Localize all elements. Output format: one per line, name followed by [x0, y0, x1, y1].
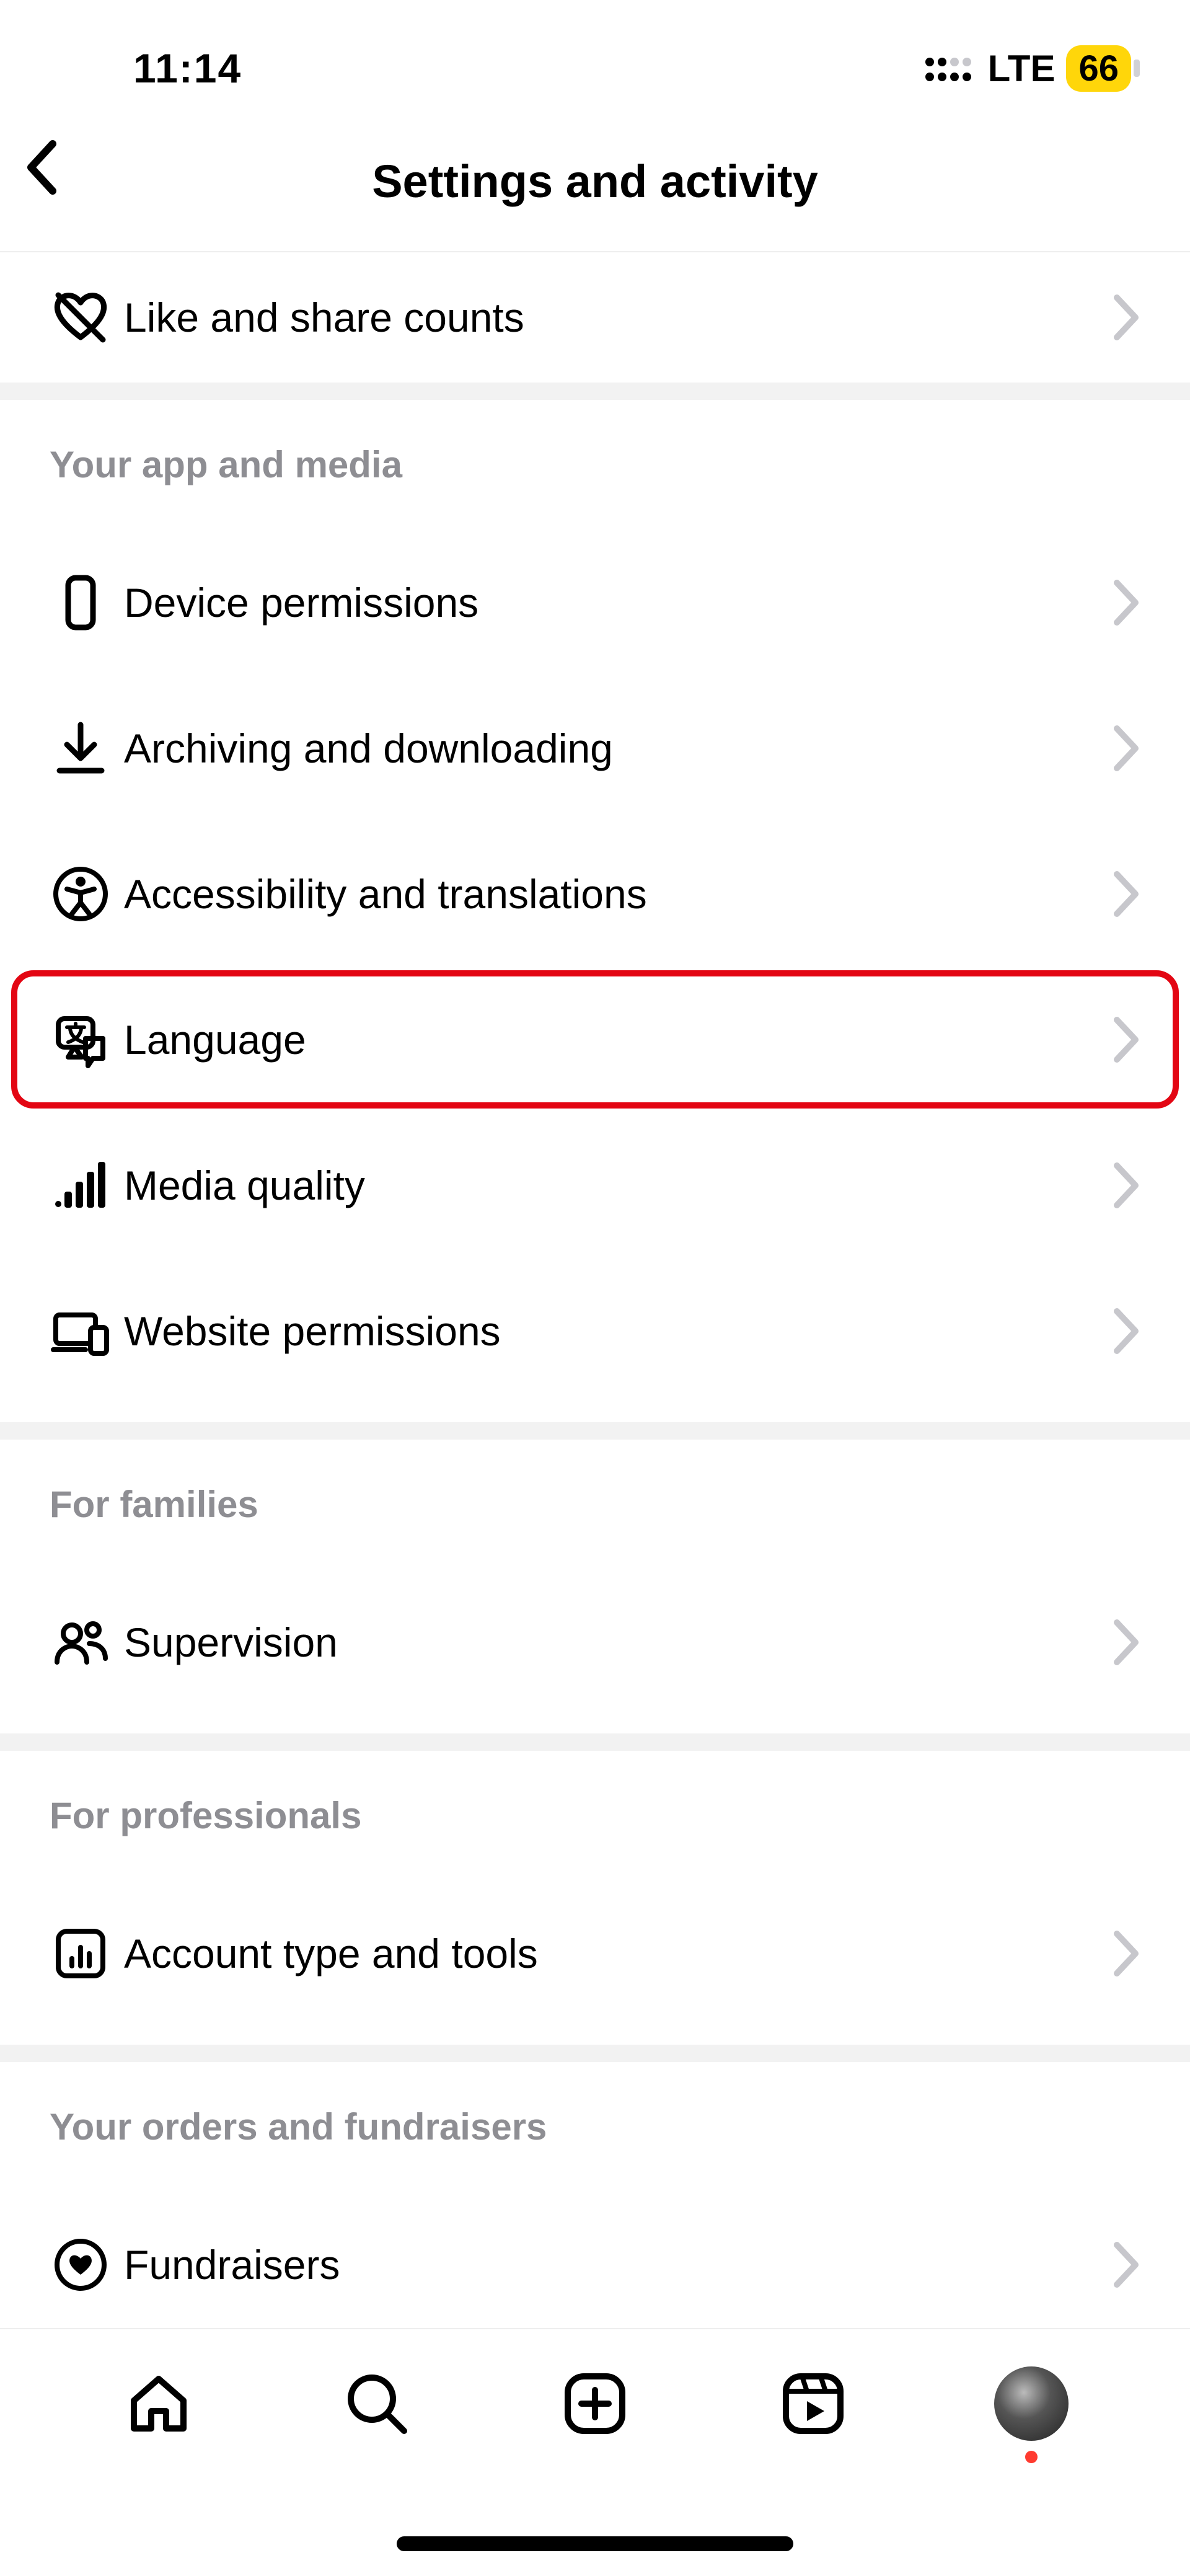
- row-label: Device permissions: [124, 579, 1112, 626]
- language-icon: [50, 1009, 124, 1071]
- chevron-right-icon: [1112, 1618, 1140, 1667]
- search-icon: [340, 2366, 414, 2441]
- row-like-share-counts[interactable]: Like and share counts: [0, 252, 1190, 383]
- row-label: Website permissions: [124, 1308, 1112, 1355]
- reels-icon: [776, 2366, 850, 2441]
- row-website-permissions[interactable]: Website permissions: [0, 1258, 1190, 1404]
- section-families: For families Supervision: [0, 1440, 1190, 1751]
- network-label: LTE: [988, 47, 1056, 90]
- chart-icon: [50, 1923, 124, 1985]
- row-account-type-tools[interactable]: Account type and tools: [0, 1880, 1190, 2026]
- chevron-right-icon: [1112, 1306, 1140, 1356]
- section-header: Your app and media: [0, 400, 1190, 511]
- bottom-nav: [0, 2328, 1190, 2576]
- section-top: Like and share counts: [0, 252, 1190, 400]
- device-icon: [50, 572, 124, 634]
- nav-create[interactable]: [558, 2366, 632, 2441]
- row-media-quality[interactable]: Media quality: [0, 1112, 1190, 1258]
- chevron-right-icon: [1112, 578, 1140, 627]
- row-label: Supervision: [124, 1619, 1112, 1666]
- chevron-right-icon: [1112, 1015, 1140, 1064]
- chevron-right-icon: [1112, 869, 1140, 919]
- signal-icon: [925, 52, 974, 84]
- chevron-right-icon: [1112, 1929, 1140, 1978]
- row-label: Media quality: [124, 1162, 1112, 1209]
- section-orders-fundraisers: Your orders and fundraisers Fundraisers: [0, 2062, 1190, 2337]
- profile-avatar: [994, 2366, 1069, 2441]
- download-icon: [50, 717, 124, 779]
- row-accessibility-translations[interactable]: Accessibility and translations: [0, 821, 1190, 967]
- plus-square-icon: [558, 2366, 632, 2441]
- page-title: Settings and activity: [372, 156, 818, 207]
- nav-search[interactable]: [340, 2366, 414, 2441]
- page-header: Settings and activity: [0, 136, 1190, 252]
- status-right: LTE 66: [925, 45, 1131, 92]
- heart-off-icon: [50, 286, 124, 348]
- chevron-right-icon: [1112, 724, 1140, 773]
- section-header: Your orders and fundraisers: [0, 2062, 1190, 2173]
- nav-reels[interactable]: [776, 2366, 850, 2441]
- nav-profile[interactable]: [994, 2366, 1069, 2441]
- row-label: Account type and tools: [124, 1930, 1112, 1977]
- chevron-right-icon: [1112, 2240, 1140, 2290]
- chevron-right-icon: [1112, 1161, 1140, 1210]
- chevron-left-icon: [19, 136, 68, 198]
- section-professionals: For professionals Account type and tools: [0, 1751, 1190, 2062]
- row-label: Language: [124, 1016, 1112, 1063]
- row-archiving-downloading[interactable]: Archiving and downloading: [0, 675, 1190, 821]
- notification-dot-icon: [1025, 2451, 1038, 2463]
- section-header: For professionals: [0, 1751, 1190, 1862]
- row-label: Archiving and downloading: [124, 725, 1112, 772]
- row-supervision[interactable]: Supervision: [0, 1569, 1190, 1715]
- heart-circle-icon: [50, 2234, 124, 2296]
- people-icon: [50, 1611, 124, 1673]
- status-bar: 11:14 LTE 66: [0, 0, 1190, 136]
- battery-indicator: 66: [1066, 45, 1131, 92]
- row-fundraisers[interactable]: Fundraisers: [0, 2192, 1190, 2337]
- row-device-permissions[interactable]: Device permissions: [0, 529, 1190, 675]
- chevron-right-icon: [1112, 293, 1140, 342]
- row-language[interactable]: Language: [0, 967, 1190, 1112]
- back-button[interactable]: [19, 136, 68, 198]
- section-header: For families: [0, 1440, 1190, 1551]
- signal-bars-icon: [50, 1154, 124, 1216]
- row-label: Accessibility and translations: [124, 870, 1112, 918]
- section-app-media: Your app and media Device permissions Ar…: [0, 400, 1190, 1440]
- status-time: 11:14: [133, 45, 242, 92]
- home-indicator: [397, 2536, 793, 2551]
- accessibility-icon: [50, 863, 124, 925]
- row-label: Fundraisers: [124, 2241, 1112, 2288]
- devices-icon: [50, 1300, 124, 1362]
- home-icon: [121, 2366, 196, 2441]
- row-label: Like and share counts: [124, 294, 1112, 341]
- nav-home[interactable]: [121, 2366, 196, 2441]
